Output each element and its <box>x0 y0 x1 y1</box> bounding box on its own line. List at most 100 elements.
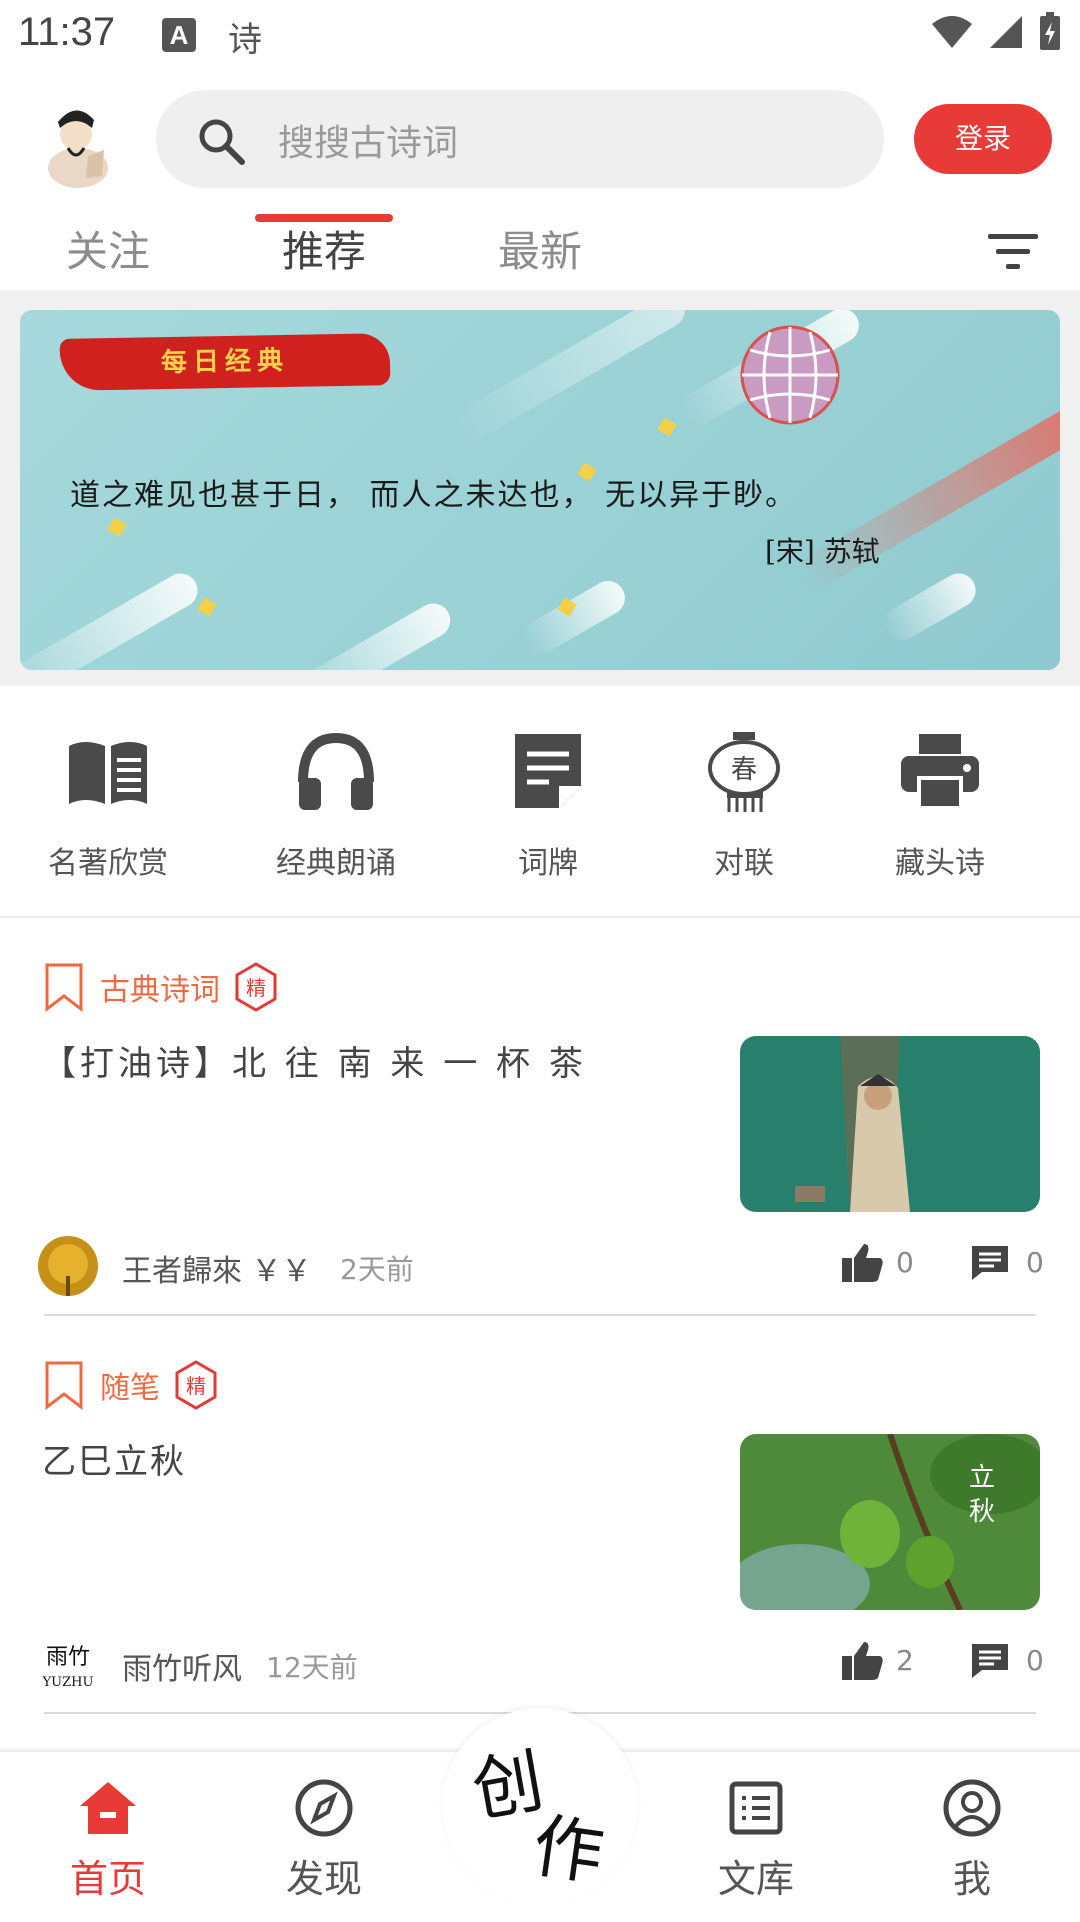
decor-streak <box>878 567 982 647</box>
status-icons <box>930 12 1062 52</box>
comment-count: 0 <box>1026 1246 1044 1279</box>
search-placeholder: 搜搜古诗词 <box>278 123 459 164</box>
create-button[interactable]: 创 作 <box>442 1708 638 1904</box>
avatar-text: 雨竹 <box>46 1645 90 1670</box>
headphones-icon <box>298 732 374 810</box>
post-card[interactable]: 古典诗词 精 【打油诗】北 往 南 来 一 杯 茶 王者歸來 ￥￥ 2天前 0 … <box>0 918 1080 1316</box>
lantern-icon: 春 <box>708 732 780 812</box>
thumbs-up-icon[interactable] <box>840 1640 884 1682</box>
author-avatar[interactable]: 雨竹 YUZHU <box>38 1634 98 1694</box>
quick-link-label: 经典朗诵 <box>276 846 396 881</box>
author-avatar[interactable] <box>38 1236 98 1296</box>
list-icon <box>729 1781 783 1835</box>
nav-label: 文库 <box>717 1857 794 1901</box>
decor-dot <box>197 597 217 617</box>
banner-author: [宋] 苏轼 <box>765 535 880 568</box>
quick-link-masterpieces[interactable]: 名著欣赏 <box>8 726 208 882</box>
category-label: 古典诗词 <box>100 973 220 1008</box>
post-thumbnail[interactable] <box>740 1036 1040 1212</box>
quick-link-label: 词牌 <box>518 846 578 881</box>
tab-recommend[interactable]: 推荐 <box>282 218 366 279</box>
post-title[interactable]: 乙巳立秋 <box>42 1434 186 1483</box>
wifi-icon <box>932 16 972 48</box>
post-thumbnail[interactable]: 立 秋 <box>740 1434 1040 1610</box>
post-time: 2天前 <box>340 1253 414 1286</box>
battery-icon <box>1040 12 1060 50</box>
thumbnail-text: 秋 <box>969 1497 995 1527</box>
nav-home[interactable]: 首页 <box>38 1778 178 1903</box>
comment-count: 0 <box>1026 1644 1044 1677</box>
comment-icon[interactable] <box>970 1244 1010 1282</box>
quick-link-acrostic[interactable]: 藏头诗 <box>840 726 1040 882</box>
home-icon <box>80 1782 136 1834</box>
like-count: 2 <box>896 1644 914 1677</box>
author-name[interactable]: 雨竹听风 <box>122 1644 242 1688</box>
quick-links: 名著欣赏 经典朗诵 词牌 春 对联 藏头诗 <box>0 686 1080 918</box>
create-char: 作 <box>527 1804 609 1896</box>
quick-link-label: 藏头诗 <box>895 846 985 881</box>
book-icon <box>69 742 147 804</box>
search-bar[interactable]: 搜搜古诗词 <box>156 90 884 188</box>
thumbs-up-icon[interactable] <box>840 1242 884 1284</box>
banner-section: 每日经典 道之难见也甚于日， 而人之未达也， 无以异于眇。 [宋] 苏轼 <box>0 290 1080 686</box>
tab-follow[interactable]: 关注 <box>66 218 150 279</box>
featured-badge-icon: 精 <box>175 1360 217 1410</box>
status-bar: 11:37 A 诗 <box>0 0 1080 72</box>
nav-discover[interactable]: 发现 <box>254 1778 394 1903</box>
filter-icon[interactable] <box>986 230 1040 272</box>
active-tab-indicator <box>255 214 393 222</box>
decor-streak <box>20 567 204 670</box>
daily-classic-tag: 每日经典 <box>59 333 391 391</box>
profile-icon <box>943 1779 1001 1837</box>
feed-tabs: 关注 推荐 最新 <box>0 212 1080 290</box>
notification-app-icon: A <box>162 18 196 52</box>
lantern-glyph: 春 <box>731 755 757 785</box>
category-label: 随笔 <box>100 1371 160 1406</box>
nav-label: 我 <box>952 1857 991 1901</box>
post-title[interactable]: 【打油诗】北 往 南 来 一 杯 茶 <box>42 1036 587 1085</box>
like-count: 0 <box>896 1246 914 1279</box>
nav-label: 发现 <box>285 1857 362 1901</box>
login-button[interactable]: 登录 <box>914 104 1052 174</box>
nav-label: 首页 <box>69 1857 146 1901</box>
nav-me[interactable]: 我 <box>902 1778 1042 1903</box>
decor-streak <box>283 597 457 670</box>
featured-badge-icon: 精 <box>235 962 277 1012</box>
status-time: 11:37 <box>18 10 116 54</box>
notification-app-label: 诗 <box>228 20 262 60</box>
quick-link-cipai[interactable]: 词牌 <box>448 726 648 882</box>
post-category[interactable]: 随笔 精 <box>44 1360 218 1410</box>
daily-quote-banner[interactable]: 每日经典 道之难见也甚于日， 而人之未达也， 无以异于眇。 [宋] 苏轼 <box>20 310 1060 670</box>
post-meta: 王者歸來 ￥￥ 2天前 0 0 <box>38 1236 1048 1296</box>
bookmark-icon <box>45 1361 83 1410</box>
post-meta: 雨竹 YUZHU 雨竹听风 12天前 2 0 <box>38 1634 1048 1694</box>
app-header: 搜搜古诗词 登录 关注 推荐 最新 <box>0 72 1080 290</box>
note-icon <box>515 734 581 808</box>
user-avatar[interactable] <box>38 98 116 188</box>
globe-icon <box>740 325 840 425</box>
nav-library[interactable]: 文库 <box>686 1778 826 1903</box>
post-card[interactable]: 随笔 精 乙巳立秋 立 秋 雨竹 YUZHU 雨竹听风 12天前 2 0 <box>0 1316 1080 1714</box>
avatar-text: YUZHU <box>42 1675 94 1690</box>
decor-streak <box>518 574 632 660</box>
compass-icon <box>295 1779 353 1837</box>
quick-link-recitation[interactable]: 经典朗诵 <box>236 726 436 882</box>
search-icon <box>199 119 245 165</box>
post-time: 12天前 <box>266 1651 358 1684</box>
decor-streak <box>448 310 692 447</box>
signal-icon <box>990 16 1022 48</box>
post-category[interactable]: 古典诗词 精 <box>44 962 278 1012</box>
bookmark-icon <box>45 963 83 1012</box>
post-feed: 古典诗词 精 【打油诗】北 往 南 来 一 杯 茶 王者歸來 ￥￥ 2天前 0 … <box>0 918 1080 1748</box>
featured-badge-text: 精 <box>246 976 266 1000</box>
decor-dot <box>657 417 677 437</box>
featured-badge-text: 精 <box>186 1374 206 1398</box>
decor-dot <box>107 517 127 537</box>
comment-icon[interactable] <box>970 1642 1010 1680</box>
author-name[interactable]: 王者歸來 ￥￥ <box>122 1246 312 1290</box>
quick-link-label: 名著欣赏 <box>48 846 168 881</box>
quick-link-label: 对联 <box>714 846 774 881</box>
quick-link-couplets[interactable]: 春 对联 <box>644 726 844 882</box>
printer-icon <box>901 734 979 810</box>
tab-latest[interactable]: 最新 <box>498 218 582 279</box>
